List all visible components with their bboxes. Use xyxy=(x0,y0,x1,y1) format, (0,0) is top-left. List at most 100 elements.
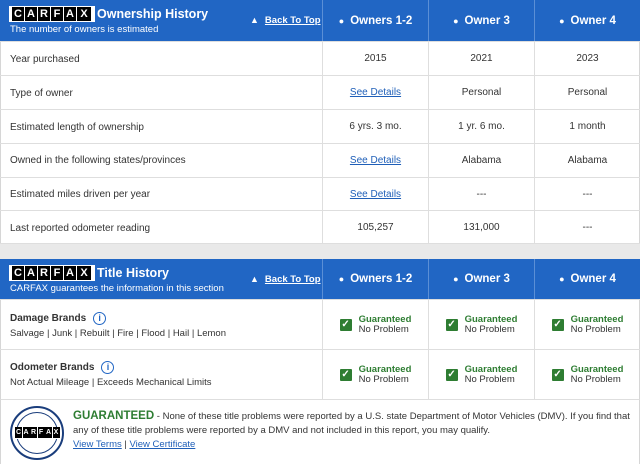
cell-value: Personal xyxy=(534,76,640,109)
column-header-owner-4: ● Owner 4 xyxy=(534,0,640,41)
see-details-link[interactable]: See Details xyxy=(350,87,401,98)
carfax-buyback-badge: CARFAX xyxy=(10,406,64,460)
row-label: Year purchased xyxy=(10,54,80,65)
see-details-cell: See Details xyxy=(322,178,428,210)
section-subtitle: The number of owners is estimated xyxy=(10,24,159,35)
guarantee-cell: ✓ Guaranteed No Problem xyxy=(428,350,534,399)
guarantee-cell: ✓ Guaranteed No Problem xyxy=(534,350,640,399)
table-row: Type of owner See Details Personal Perso… xyxy=(0,75,640,109)
column-header-owner-3: ● Owner 3 xyxy=(428,259,534,299)
row-label: Last reported odometer reading xyxy=(10,223,151,234)
see-details-link[interactable]: See Details xyxy=(350,155,401,166)
cell-value: 105,257 xyxy=(322,211,428,243)
title-history-header: CARFAX Title History CARFAX guarantees t… xyxy=(0,259,640,299)
status-no-problem: No Problem xyxy=(358,373,409,385)
cell-value: 2023 xyxy=(534,42,640,75)
status-no-problem: No Problem xyxy=(464,323,515,335)
column-label: Owner 4 xyxy=(570,273,616,285)
section-title: Ownership History xyxy=(97,7,209,21)
row-label: Estimated miles driven per year xyxy=(10,189,151,200)
checkbox-check-icon: ✓ xyxy=(339,368,352,381)
column-header-owners-1-2: ● Owners 1-2 xyxy=(322,259,428,299)
carfax-logo: CARFAX xyxy=(9,265,95,281)
column-label: Owner 3 xyxy=(464,273,510,285)
cell-value: Alabama xyxy=(428,144,534,177)
cell-value: 2021 xyxy=(428,42,534,75)
brand-row-damage: Damage Brands i Salvage | Junk | Rebuilt … xyxy=(0,299,640,349)
ownership-header: CARFAX Ownership History The number of o… xyxy=(0,0,640,41)
chevron-up-icon: ▲ xyxy=(250,274,259,284)
guarantee-body: - None of these title problems were repo… xyxy=(73,411,630,436)
back-to-top-label: Back To Top xyxy=(264,274,321,285)
cell-value: 2015 xyxy=(322,42,428,75)
back-to-top-link[interactable]: ▲ Back To Top xyxy=(250,15,321,26)
table-row: Owned in the following states/provinces … xyxy=(0,143,640,177)
checkbox-check-icon: ✓ xyxy=(445,318,458,331)
guarantee-cell: ✓ Guaranteed No Problem xyxy=(428,300,534,349)
guarantee-cell: ✓ Guaranteed No Problem xyxy=(322,300,428,349)
cell-value: 1 month xyxy=(534,110,640,143)
guarantee-footer: CARFAX GUARANTEED - None of these title … xyxy=(0,399,640,464)
table-row: Estimated miles driven per year See Deta… xyxy=(0,177,640,210)
status-guaranteed: Guaranteed xyxy=(464,363,518,375)
info-icon[interactable]: i xyxy=(101,361,115,374)
guarantee-text: GUARANTEED - None of these title problem… xyxy=(73,409,633,452)
person-icon: ● xyxy=(559,15,565,26)
brand-detail: Not Actual Mileage | Exceeds Mechanical … xyxy=(10,377,212,388)
status-no-problem: No Problem xyxy=(464,373,515,385)
row-label: Estimated length of ownership xyxy=(10,122,144,133)
brand-title-line: Odometer Brands i xyxy=(10,361,115,374)
checkbox-check-icon: ✓ xyxy=(551,368,564,381)
person-icon: ● xyxy=(559,274,565,284)
status-no-problem: No Problem xyxy=(570,323,621,335)
person-icon: ● xyxy=(453,274,459,284)
column-label: Owner 3 xyxy=(464,14,510,27)
view-certificate-link[interactable]: View Certificate xyxy=(130,439,196,450)
see-details-cell: See Details xyxy=(322,144,428,177)
checkbox-check-icon: ✓ xyxy=(339,318,352,331)
column-header-owners-1-2: ● Owners 1-2 xyxy=(322,0,428,41)
status-guaranteed: Guaranteed xyxy=(358,363,412,375)
column-header-owner-3: ● Owner 3 xyxy=(428,0,534,41)
guarantee-cell: ✓ Guaranteed No Problem xyxy=(534,300,640,349)
status-no-problem: No Problem xyxy=(358,323,409,335)
table-row: Estimated length of ownership 6 yrs. 3 m… xyxy=(0,109,640,143)
person-icon: ● xyxy=(453,15,459,26)
section-title: Title History xyxy=(97,266,170,280)
column-label: Owners 1-2 xyxy=(350,14,413,27)
status-guaranteed: Guaranteed xyxy=(570,363,624,375)
checkbox-check-icon: ✓ xyxy=(445,368,458,381)
column-label: Owner 4 xyxy=(570,14,616,27)
brand-title: Odometer Brands xyxy=(10,362,95,374)
cell-value: --- xyxy=(534,211,640,243)
cell-value: --- xyxy=(534,178,640,210)
status-no-problem: No Problem xyxy=(570,373,621,385)
see-details-link[interactable]: See Details xyxy=(350,189,401,200)
checkbox-check-icon: ✓ xyxy=(551,318,564,331)
chevron-up-icon: ▲ xyxy=(250,15,259,25)
column-label: Owners 1-2 xyxy=(350,273,413,285)
brand-title-line: Damage Brands i xyxy=(10,312,107,325)
view-terms-link[interactable]: View Terms xyxy=(73,439,122,450)
table-row: Last reported odometer reading 105,257 1… xyxy=(0,210,640,244)
brand-detail: Salvage | Junk | Rebuilt | Fire | Flood … xyxy=(10,328,226,339)
back-to-top-label: Back To Top xyxy=(264,15,321,26)
cell-value: Alabama xyxy=(534,144,640,177)
row-label: Type of owner xyxy=(10,88,73,99)
back-to-top-link[interactable]: ▲ Back To Top xyxy=(250,274,321,285)
carfax-logo: CARFAX xyxy=(9,6,95,22)
table-row: Year purchased 2015 2021 2023 xyxy=(0,41,640,75)
brand-title: Damage Brands xyxy=(10,313,87,325)
status-guaranteed: Guaranteed xyxy=(358,313,412,325)
guarantee-cell: ✓ Guaranteed No Problem xyxy=(322,350,428,399)
guarantee-heading: GUARANTEED xyxy=(73,410,155,422)
cell-value: --- xyxy=(428,178,534,210)
see-details-cell: See Details xyxy=(322,76,428,109)
cell-value: 6 yrs. 3 mo. xyxy=(322,110,428,143)
row-label: Owned in the following states/provinces xyxy=(10,155,186,166)
column-header-owner-4: ● Owner 4 xyxy=(534,259,640,299)
link-separator: | xyxy=(121,439,130,450)
carfax-report: CARFAX Ownership History The number of o… xyxy=(0,0,640,464)
person-icon: ● xyxy=(338,274,345,284)
info-icon[interactable]: i xyxy=(93,312,107,325)
